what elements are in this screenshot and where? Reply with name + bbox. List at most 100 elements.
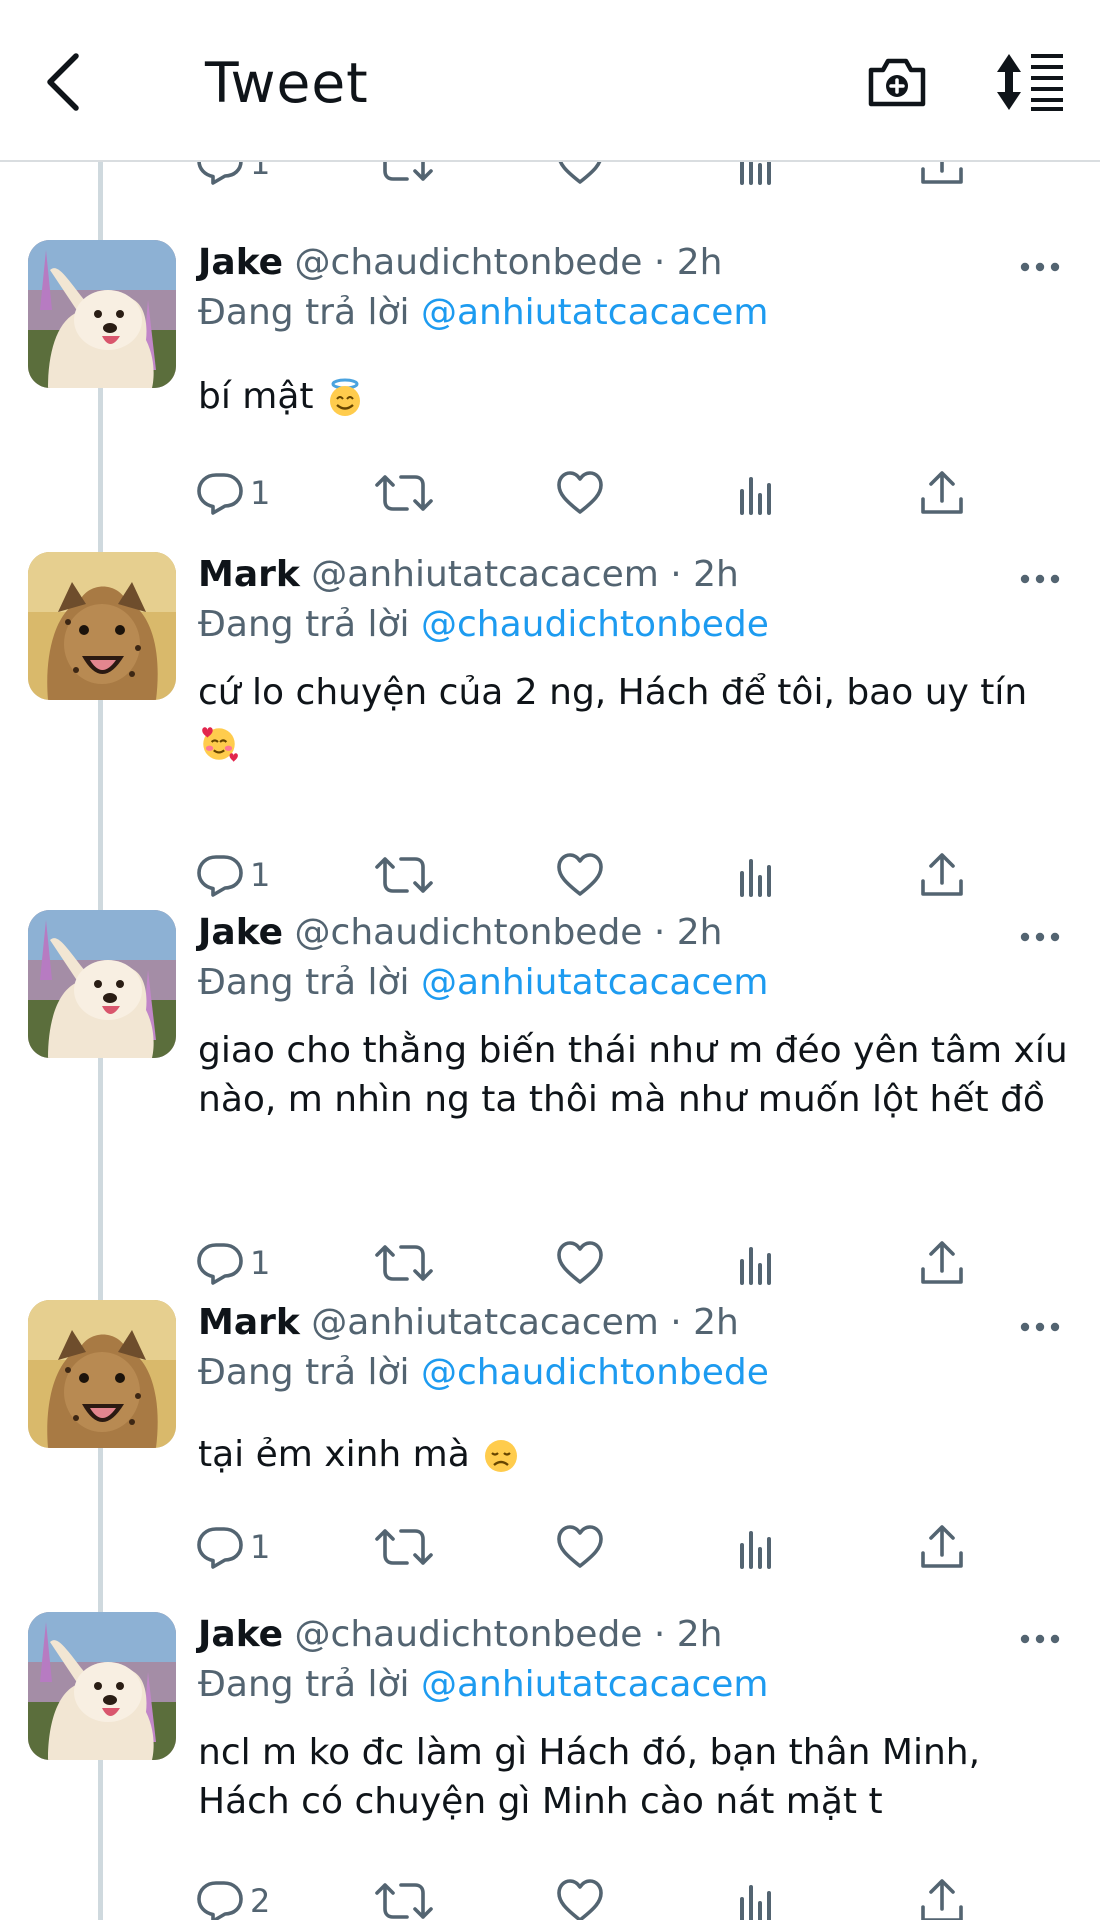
mention-link[interactable]: @anhiutatcacacem: [421, 962, 769, 1003]
more-options-button[interactable]: [1020, 1630, 1060, 1644]
replying-to: Đang trả lời @anhiutatcacacem: [198, 1662, 769, 1708]
more-dots-icon: [1020, 573, 1060, 585]
avatar[interactable]: [28, 240, 176, 388]
camera-plus-icon: [868, 58, 926, 107]
more-options-button[interactable]: [1020, 258, 1060, 272]
share-button[interactable]: [918, 840, 966, 910]
retweet-icon: [374, 1877, 434, 1920]
mention-link[interactable]: @chaudichtonbede: [421, 604, 769, 645]
retweet-icon: [374, 1523, 434, 1571]
replying-to-label: Đang trả lời: [198, 292, 410, 333]
handle-and-time: @anhiutatcacacem · 2h: [311, 1302, 739, 1343]
share-icon: [918, 1877, 966, 1920]
sort-replies-button[interactable]: [995, 52, 1065, 112]
like-button[interactable]: [556, 1228, 604, 1298]
replying-to: Đang trả lời @anhiutatcacacem: [198, 290, 769, 336]
retweet-button[interactable]: [374, 1866, 434, 1920]
reply-button[interactable]: 2: [196, 1866, 270, 1920]
retweet-button[interactable]: [374, 1228, 434, 1298]
retweet-button[interactable]: [374, 1512, 434, 1582]
tweet-header: Jake @chaudichtonbede · 2h: [198, 1612, 723, 1658]
bar-chart-icon: [736, 1877, 776, 1920]
replying-to-label: Đang trả lời: [198, 962, 410, 1003]
tweet-body: tại ẻm xinh mà: [198, 1430, 1068, 1479]
reply-button[interactable]: 1: [196, 840, 270, 910]
display-name[interactable]: Mark: [198, 1302, 300, 1343]
reply-button[interactable]: 1: [196, 1512, 270, 1582]
retweet-icon: [374, 469, 434, 517]
screenshot-button[interactable]: [865, 50, 929, 114]
retweet-icon: [374, 851, 434, 899]
reply-button[interactable]: 1: [196, 1228, 270, 1298]
tweet-actions: 1: [0, 1228, 1100, 1298]
heart-icon: [556, 1523, 604, 1571]
heart-icon: [556, 469, 604, 517]
handle-and-time: @chaudichtonbede · 2h: [294, 912, 723, 953]
views-button[interactable]: [736, 1512, 776, 1582]
more-options-button[interactable]: [1020, 570, 1060, 584]
smiling-face-with-halo-emoji: [325, 378, 365, 418]
bar-chart-icon: [736, 1239, 776, 1287]
heart-icon: [556, 1239, 604, 1287]
tweet-text: tại ẻm xinh mà: [198, 1434, 470, 1475]
like-button[interactable]: [556, 458, 604, 528]
reply-count: 1: [250, 1528, 271, 1566]
more-options-button[interactable]: [1020, 928, 1060, 942]
avatar[interactable]: [28, 910, 176, 1058]
tweet-body: cứ lo chuyện của 2 ng, Hách để tôi, bao …: [198, 668, 1068, 766]
replying-to: Đang trả lời @chaudichtonbede: [198, 602, 769, 648]
replying-to: Đang trả lời @chaudichtonbede: [198, 1350, 769, 1396]
mention-link[interactable]: @anhiutatcacacem: [421, 1664, 769, 1705]
sort-icon: [997, 54, 1063, 111]
share-button[interactable]: [918, 1512, 966, 1582]
like-button[interactable]: [556, 1512, 604, 1582]
like-button[interactable]: [556, 840, 604, 910]
tweet-header: Jake @chaudichtonbede · 2h: [198, 910, 723, 956]
tweet-text: ncl m ko đc làm gì Hách đó, bạn thân Min…: [198, 1732, 981, 1822]
reply-icon: [196, 1523, 244, 1571]
mention-link[interactable]: @anhiutatcacacem: [421, 292, 769, 333]
like-button[interactable]: [556, 1866, 604, 1920]
tweet-header: Jake @chaudichtonbede · 2h: [198, 240, 723, 286]
display-name[interactable]: Mark: [198, 554, 300, 595]
reply-count: 2: [250, 1882, 271, 1920]
more-dots-icon: [1020, 931, 1060, 943]
more-options-button[interactable]: [1020, 1318, 1060, 1332]
handle-and-time: @chaudichtonbede · 2h: [294, 1614, 723, 1655]
replying-to-label: Đang trả lời: [198, 1352, 410, 1393]
display-name[interactable]: Jake: [198, 242, 283, 283]
reply-button[interactable]: 1: [196, 458, 270, 528]
share-button[interactable]: [918, 458, 966, 528]
tweet-actions: 2: [0, 1866, 1100, 1920]
reply-icon: [196, 851, 244, 899]
mention-link[interactable]: @chaudichtonbede: [421, 1352, 769, 1393]
reply-icon: [196, 469, 244, 517]
more-dots-icon: [1020, 1321, 1060, 1333]
share-button[interactable]: [918, 1866, 966, 1920]
avatar[interactable]: [28, 1612, 176, 1760]
reply-count: 1: [250, 474, 271, 512]
handle-and-time: @chaudichtonbede · 2h: [294, 242, 723, 283]
display-name[interactable]: Jake: [198, 1614, 283, 1655]
views-button[interactable]: [736, 458, 776, 528]
reply-icon: [196, 1877, 244, 1920]
retweet-button[interactable]: [374, 458, 434, 528]
avatar[interactable]: [28, 1300, 176, 1448]
back-button[interactable]: [40, 48, 90, 118]
views-button[interactable]: [736, 1228, 776, 1298]
share-icon: [918, 851, 966, 899]
tweet-text: giao cho thằng biến thái như m đéo yên t…: [198, 1030, 1068, 1120]
views-button[interactable]: [736, 840, 776, 910]
share-button[interactable]: [918, 1228, 966, 1298]
display-name[interactable]: Jake: [198, 912, 283, 953]
views-button[interactable]: [736, 1866, 776, 1920]
more-dots-icon: [1020, 1633, 1060, 1645]
top-nav-bar: Tweet: [0, 0, 1100, 162]
retweet-icon: [374, 1239, 434, 1287]
page-title: Tweet: [205, 51, 369, 115]
reply-count: 1: [250, 856, 271, 894]
tweet-actions: 1: [0, 458, 1100, 528]
avatar[interactable]: [28, 552, 176, 700]
replying-to-label: Đang trả lời: [198, 604, 410, 645]
retweet-button[interactable]: [374, 840, 434, 910]
